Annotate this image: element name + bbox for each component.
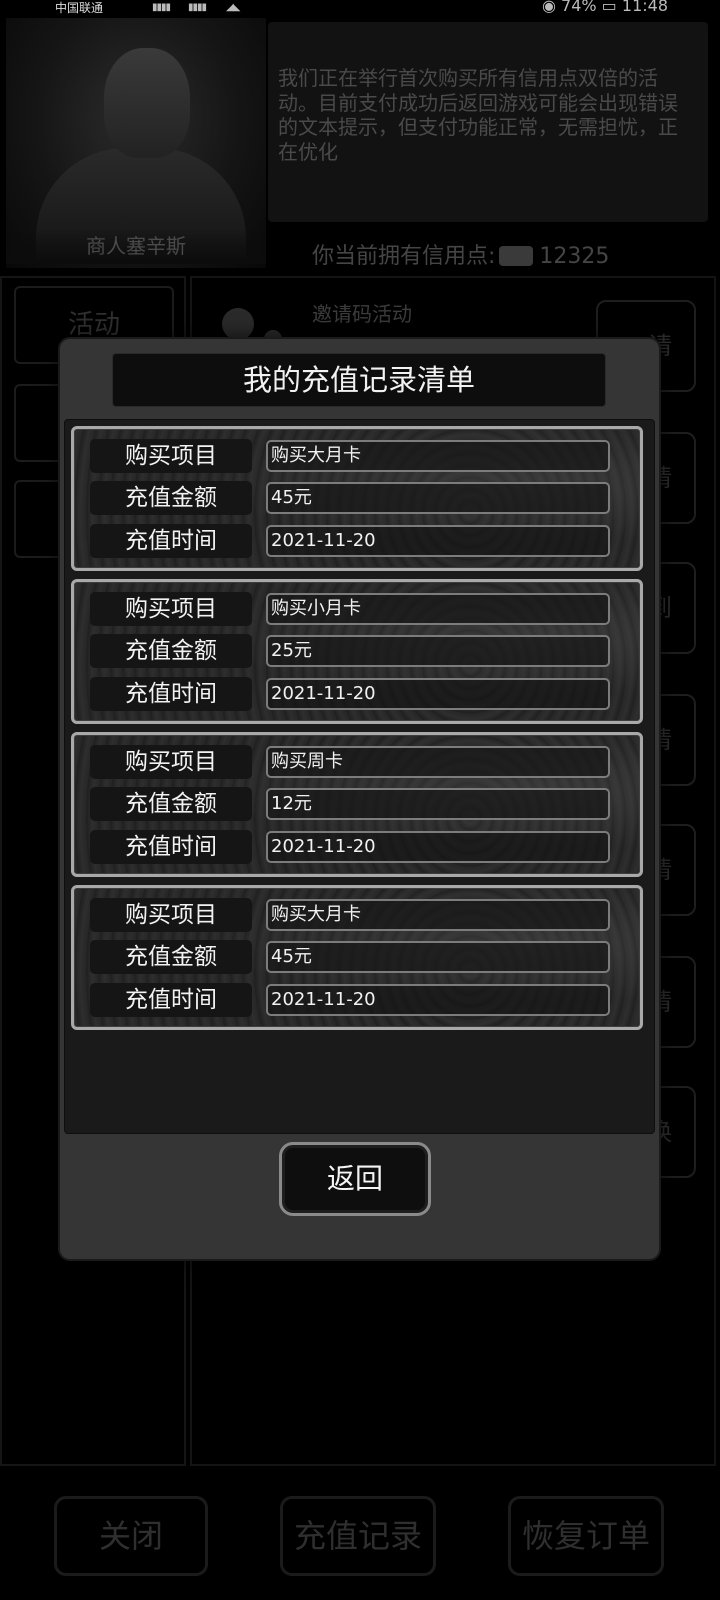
back-button[interactable]: 返回 — [279, 1142, 431, 1216]
close-button-label: 关闭 — [98, 1517, 163, 1555]
status-bar: 中国联通 ▮▮▮▮ ▮▮▮▮ ◢◣ ◉ 74% ▭ 11:48 — [0, 0, 720, 18]
record-row-amount: 充值金额 45元 — [90, 481, 630, 515]
record-value: 2021-11-20 — [266, 678, 610, 710]
record-row-time: 充值时间 2021-11-20 — [90, 830, 630, 864]
record-value: 购买周卡 — [266, 746, 610, 778]
record-label: 充值金额 — [90, 634, 252, 668]
dialog-title: 我的充值记录清单 — [242, 363, 475, 397]
record-value: 购买大月卡 — [266, 440, 610, 472]
record-value: 2021-11-20 — [266, 984, 610, 1016]
status-right: ◉ 74% ▭ 11:48 — [542, 0, 668, 15]
eye-icon: ◉ — [541, 0, 556, 15]
record-label: 购买项目 — [90, 592, 252, 626]
credit-card-icon — [499, 246, 534, 266]
record-row-item: 购买项目 购买大月卡 — [90, 898, 630, 932]
record-label: 充值时间 — [90, 983, 252, 1017]
record-row-amount: 充值金额 45元 — [90, 940, 630, 974]
signal-icon: ▮▮▮▮ — [152, 2, 171, 13]
clock: 11:48 — [621, 0, 668, 15]
battery-icon: ▭ — [601, 0, 617, 15]
recharge-record-label: 充值记录 — [293, 1517, 422, 1555]
wifi-icon: ◢◣ — [226, 2, 240, 13]
record-value: 购买大月卡 — [266, 899, 610, 931]
restore-order-label: 恢复订单 — [521, 1517, 650, 1555]
record-value: 12元 — [266, 788, 610, 820]
merchant-name: 商人塞辛斯 — [6, 228, 266, 264]
record-value: 购买小月卡 — [266, 593, 610, 625]
record-label: 充值金额 — [90, 940, 252, 974]
record-label: 购买项目 — [90, 745, 252, 779]
notice-panel: 我们正在举行首次购买所有信用点双倍的活动。目前支付成功后返回游戏可能会出现错误的… — [268, 22, 708, 222]
battery-percent: 74% — [561, 0, 597, 15]
record-card: 购买项目 购买周卡 充值金额 12元 充值时间 2021-11-20 — [71, 732, 643, 877]
carrier-name: 中国联通 — [55, 1, 104, 15]
restore-order-button[interactable]: 恢复订单 — [508, 1496, 664, 1576]
record-row-item: 购买项目 购买小月卡 — [90, 592, 630, 626]
record-row-time: 充值时间 2021-11-20 — [90, 677, 630, 711]
record-row-item: 购买项目 购买大月卡 — [90, 439, 630, 473]
recharge-record-dialog: 我的充值记录清单 购买项目 购买大月卡 充值金额 45元 充值时间 2021-1… — [60, 339, 659, 1259]
record-row-amount: 充值金额 25元 — [90, 634, 630, 668]
record-row-amount: 充值金额 12元 — [90, 787, 630, 821]
record-row-item: 购买项目 购买周卡 — [90, 745, 630, 779]
record-card: 购买项目 购买小月卡 充值金额 25元 充值时间 2021-11-20 — [71, 579, 643, 724]
record-label: 充值时间 — [90, 524, 252, 558]
credits-value: 12325 — [539, 244, 610, 269]
record-value: 2021-11-20 — [266, 831, 610, 863]
invite-code-title: 邀请码活动 — [312, 302, 412, 326]
notice-text: 我们正在举行首次购买所有信用点双倍的活动。目前支付成功后返回游戏可能会出现错误的… — [278, 66, 678, 164]
record-label: 购买项目 — [90, 898, 252, 932]
record-card: 购买项目 购买大月卡 充值金额 45元 充值时间 2021-11-20 — [71, 885, 643, 1030]
record-row-time: 充值时间 2021-11-20 — [90, 524, 630, 558]
record-card: 购买项目 购买大月卡 充值金额 45元 充值时间 2021-11-20 — [71, 426, 643, 571]
record-label: 充值金额 — [90, 481, 252, 515]
back-button-label: 返回 — [326, 1162, 383, 1195]
record-value: 45元 — [266, 482, 610, 514]
record-label: 充值时间 — [90, 677, 252, 711]
dialog-title-bar: 我的充值记录清单 — [112, 353, 606, 407]
portrait-head — [104, 48, 190, 158]
record-value: 2021-11-20 — [266, 525, 610, 557]
credits-display: 你当前拥有信用点: 12325 — [312, 238, 609, 270]
record-value: 45元 — [266, 941, 610, 973]
record-label: 充值金额 — [90, 787, 252, 821]
decor-dot — [222, 308, 254, 340]
record-label: 充值时间 — [90, 830, 252, 864]
close-button[interactable]: 关闭 — [54, 1496, 208, 1576]
credits-label: 你当前拥有信用点: — [312, 244, 496, 269]
game-screen: 中国联通 ▮▮▮▮ ▮▮▮▮ ◢◣ ◉ 74% ▭ 11:48 商人塞辛斯 我们… — [0, 0, 720, 1600]
record-list[interactable]: 购买项目 购买大月卡 充值金额 45元 充值时间 2021-11-20 购买项目… — [64, 419, 655, 1134]
record-value: 25元 — [266, 635, 610, 667]
signal-icon-2: ▮▮▮▮ — [188, 2, 207, 13]
record-row-time: 充值时间 2021-11-20 — [90, 983, 630, 1017]
record-label: 购买项目 — [90, 439, 252, 473]
recharge-record-button[interactable]: 充值记录 — [280, 1496, 436, 1576]
